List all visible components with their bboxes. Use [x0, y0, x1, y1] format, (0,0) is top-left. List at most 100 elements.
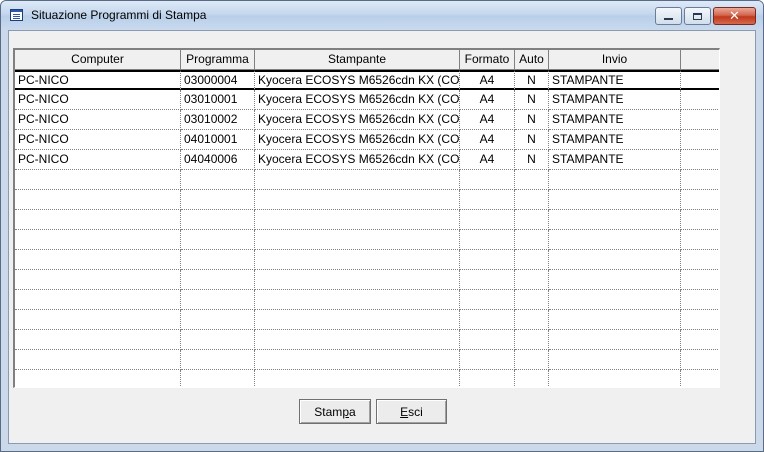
table-cell-computer[interactable]: PC-NICO: [15, 130, 181, 150]
table-cell-formato[interactable]: A4: [460, 130, 515, 150]
table-cell-programma[interactable]: 03010002: [181, 110, 255, 130]
table-cell-filler[interactable]: [681, 230, 719, 250]
table-cell-auto[interactable]: N: [515, 150, 549, 170]
table-cell-formato[interactable]: [460, 330, 515, 350]
table-cell-stampante[interactable]: [255, 170, 460, 190]
table-cell-formato[interactable]: [460, 270, 515, 290]
table-row[interactable]: [15, 310, 719, 330]
table-row[interactable]: [15, 250, 719, 270]
table-cell-filler[interactable]: [681, 310, 719, 330]
table-cell-computer[interactable]: [15, 230, 181, 250]
table-cell-formato[interactable]: [460, 170, 515, 190]
table-cell-formato[interactable]: A4: [460, 70, 515, 90]
table-cell-invio[interactable]: [549, 310, 681, 330]
table-cell-auto[interactable]: N: [515, 70, 549, 90]
table-row[interactable]: [15, 350, 719, 370]
table-row[interactable]: [15, 170, 719, 190]
table-cell-stampante[interactable]: [255, 350, 460, 370]
table-cell-programma[interactable]: 03000004: [181, 70, 255, 90]
minimize-button[interactable]: [655, 7, 682, 25]
table-cell-stampante[interactable]: Kyocera ECOSYS M6526cdn KX (COPIA 1): [255, 150, 460, 170]
table-cell-stampante[interactable]: [255, 270, 460, 290]
table-cell-stampante[interactable]: [255, 290, 460, 310]
column-header-programma[interactable]: Programma: [181, 50, 255, 70]
table-cell-computer[interactable]: [15, 350, 181, 370]
table-row[interactable]: [15, 230, 719, 250]
table-cell-programma[interactable]: 04040006: [181, 150, 255, 170]
table-cell-stampante[interactable]: [255, 330, 460, 350]
table-cell-computer[interactable]: [15, 210, 181, 230]
table-row[interactable]: [15, 290, 719, 310]
table-row[interactable]: [15, 190, 719, 210]
table-row[interactable]: [15, 270, 719, 290]
table-cell-invio[interactable]: [549, 270, 681, 290]
esci-button[interactable]: Esci: [376, 399, 447, 424]
column-header-auto[interactable]: Auto: [515, 50, 549, 70]
table-cell-auto[interactable]: [515, 190, 549, 210]
table-cell-auto[interactable]: [515, 250, 549, 270]
table-cell-auto[interactable]: N: [515, 90, 549, 110]
table-cell-stampante[interactable]: [255, 210, 460, 230]
table-cell-formato[interactable]: [460, 190, 515, 210]
table-cell-formato[interactable]: [460, 370, 515, 387]
table-cell-invio[interactable]: STAMPANTE: [549, 70, 681, 90]
table-cell-invio[interactable]: [549, 350, 681, 370]
column-header-invio[interactable]: Invio: [549, 50, 681, 70]
table-cell-programma[interactable]: [181, 310, 255, 330]
table-cell-auto[interactable]: [515, 310, 549, 330]
table-cell-auto[interactable]: [515, 170, 549, 190]
table-cell-filler[interactable]: [681, 190, 719, 210]
table-cell-computer[interactable]: [15, 250, 181, 270]
table-cell-computer[interactable]: PC-NICO: [15, 110, 181, 130]
maximize-button[interactable]: [684, 7, 711, 25]
table-cell-auto[interactable]: N: [515, 130, 549, 150]
table-row[interactable]: [15, 210, 719, 230]
table-cell-formato[interactable]: [460, 230, 515, 250]
table-cell-auto[interactable]: [515, 350, 549, 370]
table-cell-auto[interactable]: N: [515, 110, 549, 130]
table-cell-computer[interactable]: [15, 270, 181, 290]
column-header-computer[interactable]: Computer: [15, 50, 181, 70]
table-cell-filler[interactable]: [681, 90, 719, 110]
table-cell-stampante[interactable]: Kyocera ECOSYS M6526cdn KX (COPIA 1): [255, 110, 460, 130]
table-cell-computer[interactable]: [15, 190, 181, 210]
table-cell-stampante[interactable]: [255, 310, 460, 330]
table-row[interactable]: [15, 370, 719, 387]
table-cell-formato[interactable]: [460, 290, 515, 310]
table-cell-programma[interactable]: [181, 170, 255, 190]
table-cell-filler[interactable]: [681, 370, 719, 387]
print-programs-grid[interactable]: Computer Programma Stampante Formato Auto Inv…: [13, 48, 720, 388]
table-cell-computer[interactable]: [15, 370, 181, 387]
table-cell-computer[interactable]: PC-NICO: [15, 90, 181, 110]
table-cell-programma[interactable]: [181, 350, 255, 370]
column-header-formato[interactable]: Formato: [460, 50, 515, 70]
table-cell-programma[interactable]: [181, 270, 255, 290]
column-header-stampante[interactable]: Stampante: [255, 50, 460, 70]
table-cell-stampante[interactable]: Kyocera ECOSYS M6526cdn KX (COPIA 1): [255, 90, 460, 110]
table-cell-programma[interactable]: 04010001: [181, 130, 255, 150]
table-row[interactable]: PC-NICO 03010002 Kyocera ECOSYS M6526cdn K…: [15, 110, 719, 130]
table-row[interactable]: PC-NICO 04040006 Kyocera ECOSYS M6526cdn K…: [15, 150, 719, 170]
table-cell-formato[interactable]: [460, 350, 515, 370]
table-cell-filler[interactable]: [681, 130, 719, 150]
table-cell-programma[interactable]: [181, 370, 255, 387]
table-cell-programma[interactable]: [181, 330, 255, 350]
table-cell-filler[interactable]: [681, 270, 719, 290]
table-cell-invio[interactable]: [549, 370, 681, 387]
table-cell-auto[interactable]: [515, 370, 549, 387]
table-cell-stampante[interactable]: [255, 230, 460, 250]
table-cell-filler[interactable]: [681, 150, 719, 170]
table-cell-computer[interactable]: [15, 330, 181, 350]
table-row[interactable]: PC-NICO 04010001 Kyocera ECOSYS M6526cdn K…: [15, 130, 719, 150]
table-cell-filler[interactable]: [681, 70, 719, 90]
table-row[interactable]: PC-NICO 03010001 Kyocera ECOSYS M6526cdn K…: [15, 90, 719, 110]
table-cell-stampante[interactable]: [255, 190, 460, 210]
table-cell-programma[interactable]: [181, 230, 255, 250]
table-cell-filler[interactable]: [681, 250, 719, 270]
table-cell-filler[interactable]: [681, 110, 719, 130]
table-cell-invio[interactable]: STAMPANTE: [549, 150, 681, 170]
table-cell-filler[interactable]: [681, 330, 719, 350]
table-cell-stampante[interactable]: [255, 250, 460, 270]
table-cell-programma[interactable]: [181, 290, 255, 310]
table-cell-auto[interactable]: [515, 290, 549, 310]
